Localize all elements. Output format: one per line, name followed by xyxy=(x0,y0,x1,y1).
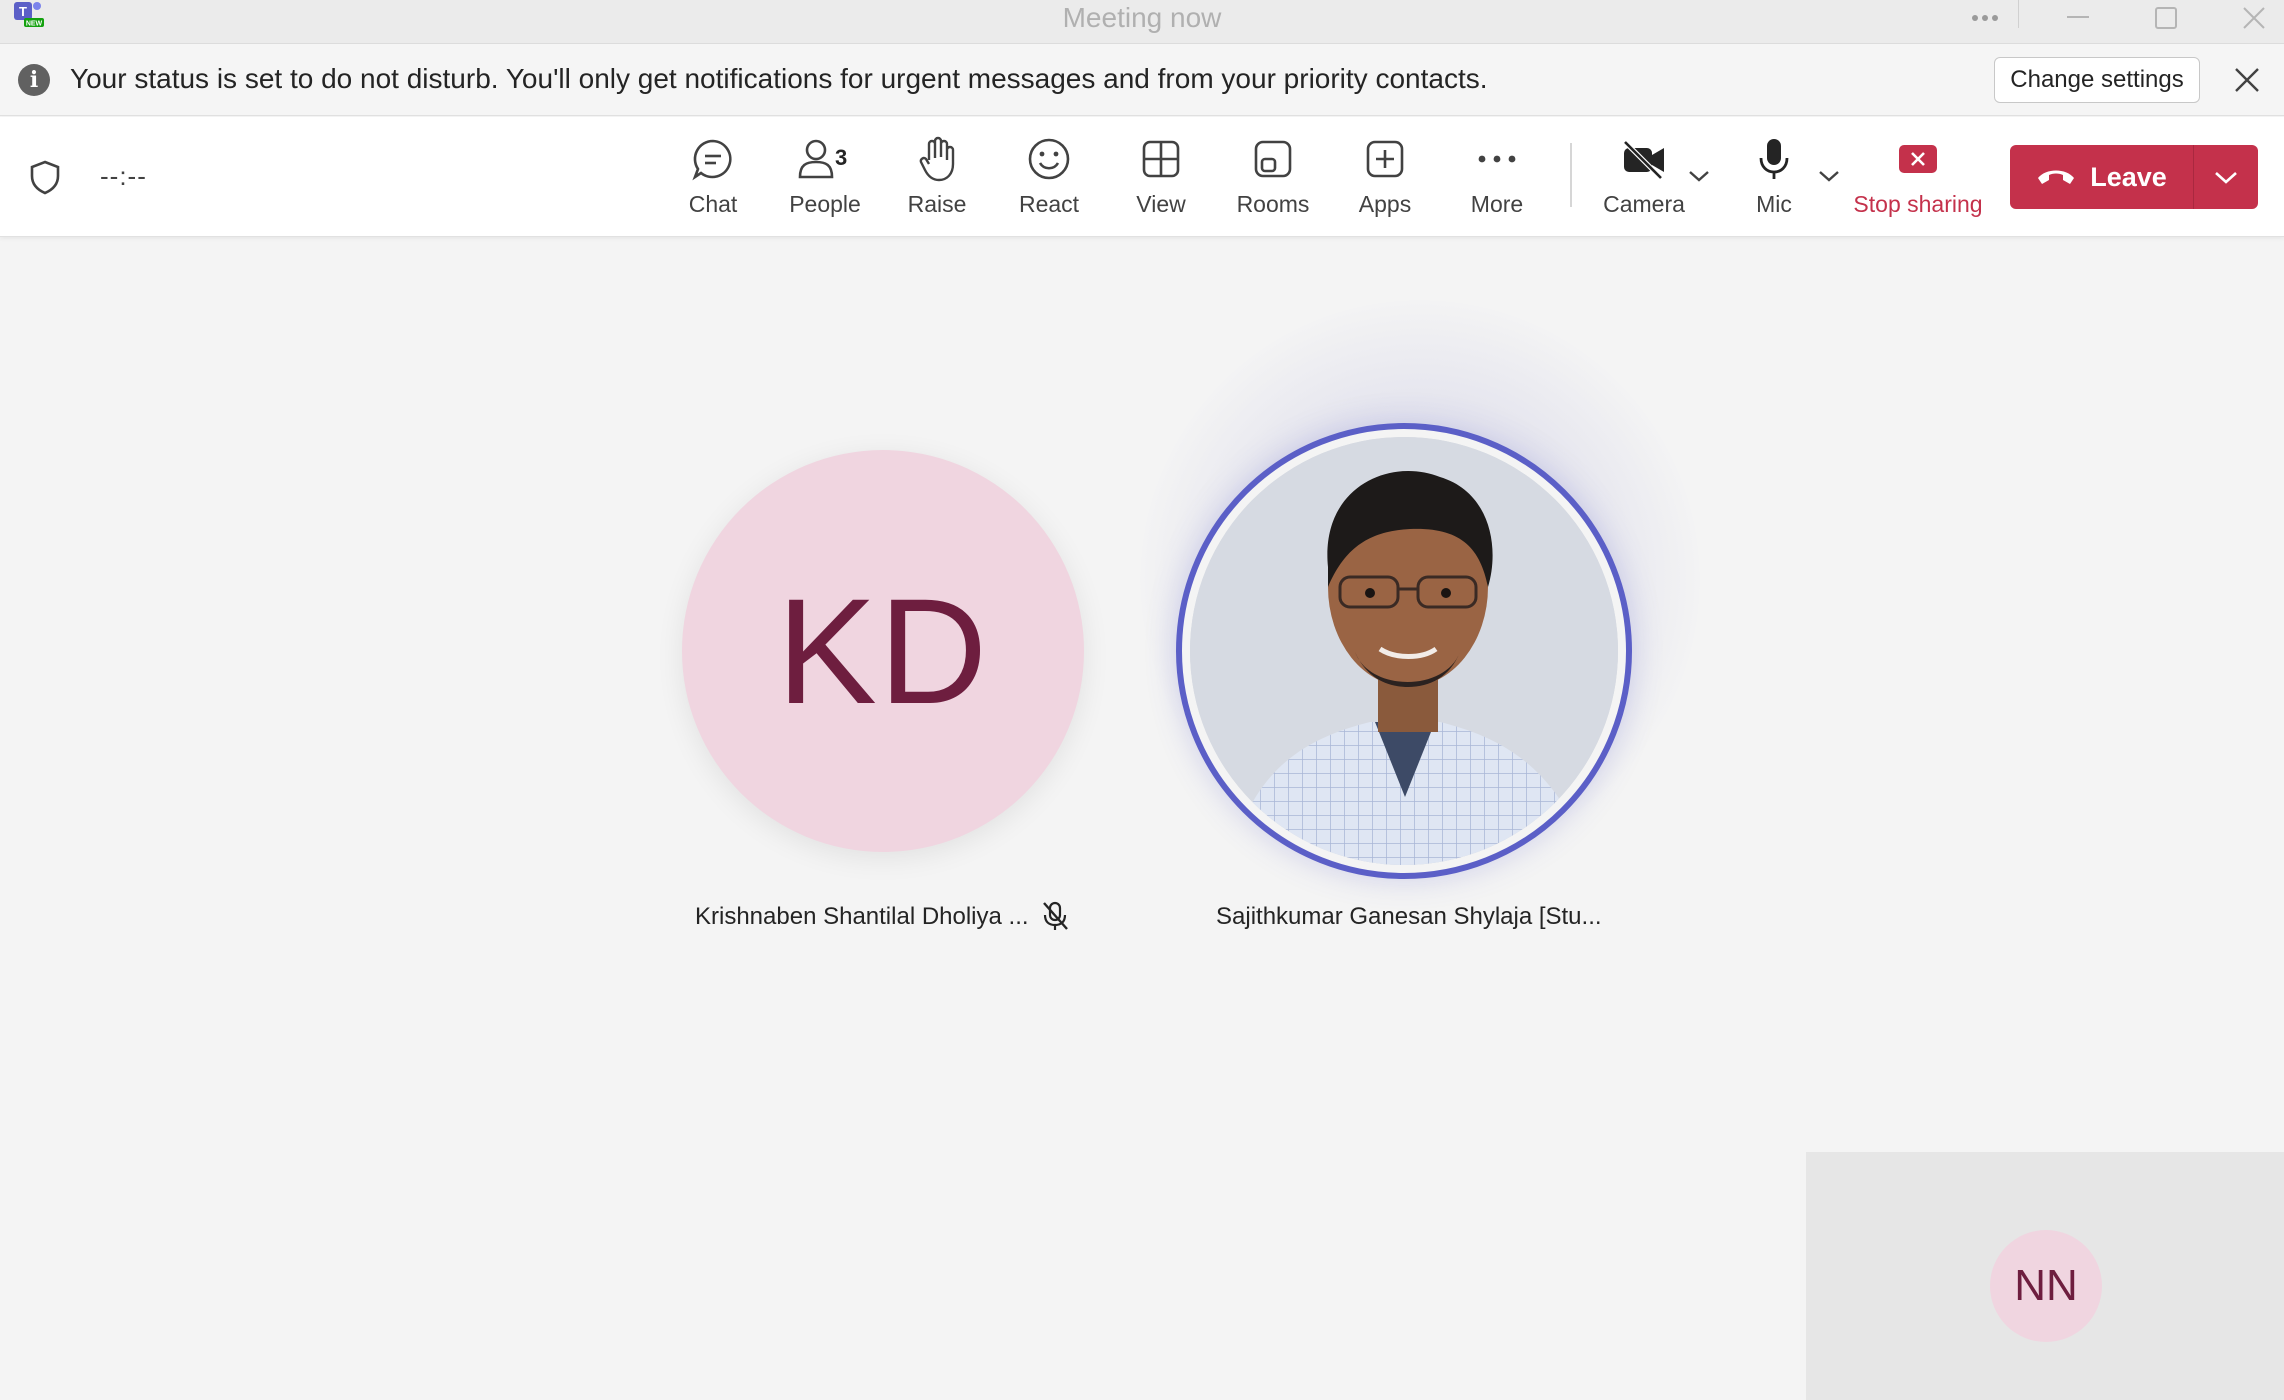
meeting-toolbar: --:-- Chat 3 People Raise React View Roo… xyxy=(0,117,2284,237)
leave-button-group: Leave xyxy=(2010,145,2258,209)
dismiss-banner-icon[interactable] xyxy=(2234,67,2260,93)
people-button[interactable]: 3 People xyxy=(769,131,881,227)
title-bar: T NEW Meeting now xyxy=(0,0,2284,44)
more-label: More xyxy=(1470,191,1524,217)
person-photo-illustration xyxy=(1190,437,1618,865)
self-view-tile[interactable]: NN xyxy=(1806,1152,2284,1400)
titlebar-divider xyxy=(2018,0,2019,28)
stop-sharing-button[interactable]: Stop sharing xyxy=(1852,131,1984,227)
apps-label: Apps xyxy=(1358,191,1412,217)
mic-muted-icon xyxy=(1043,901,1068,930)
camera-label: Camera xyxy=(1603,191,1685,217)
avatar-initials: KD xyxy=(776,566,990,735)
leave-button[interactable]: Leave xyxy=(2010,145,2194,209)
raise-label: Raise xyxy=(907,191,967,217)
minimize-icon xyxy=(2067,16,2089,18)
camera-options-chevron-icon[interactable] xyxy=(1688,169,1710,183)
self-avatar: NN xyxy=(1990,1230,2102,1342)
grid-view-icon xyxy=(1142,140,1180,178)
view-label: View xyxy=(1136,191,1186,217)
participant-avatar-kd[interactable]: KD xyxy=(682,450,1084,852)
react-button[interactable]: React xyxy=(993,131,1105,227)
dnd-banner: i Your status is set to do not disturb. … xyxy=(0,44,2284,116)
hang-up-icon xyxy=(2038,170,2075,184)
raise-hand-button[interactable]: Raise xyxy=(881,131,993,227)
change-settings-button[interactable]: Change settings xyxy=(1994,57,2200,103)
window-title: Meeting now xyxy=(1062,2,1222,33)
maximize-icon xyxy=(2155,7,2177,29)
chat-button[interactable]: Chat xyxy=(657,131,769,227)
participant-name: Krishnaben Shantilal Dholiya ... xyxy=(695,903,1029,930)
rooms-icon xyxy=(1254,140,1292,178)
mic-options-chevron-icon[interactable] xyxy=(1818,169,1840,183)
add-app-icon xyxy=(1366,140,1404,178)
info-icon: i xyxy=(18,64,50,96)
react-label: React xyxy=(1018,191,1080,217)
more-icon xyxy=(1478,155,1516,163)
minimize-button[interactable] xyxy=(2048,0,2108,36)
banner-message: Your status is set to do not disturb. Yo… xyxy=(70,63,1488,94)
shield-icon[interactable] xyxy=(28,159,62,195)
chat-icon xyxy=(692,139,732,181)
apps-button[interactable]: Apps xyxy=(1329,131,1441,227)
people-icon xyxy=(798,139,834,179)
microphone-icon xyxy=(1759,139,1789,179)
view-button[interactable]: View xyxy=(1105,131,1217,227)
smiley-icon xyxy=(1028,138,1070,180)
participant-video-sg[interactable] xyxy=(1176,423,1632,879)
ellipsis-icon xyxy=(1972,15,1998,21)
leave-options-button[interactable] xyxy=(2194,145,2258,209)
close-icon xyxy=(2243,7,2265,29)
hand-icon xyxy=(919,136,955,182)
people-count: 3 xyxy=(835,145,848,170)
mic-button[interactable]: Mic xyxy=(1718,131,1830,227)
mic-label: Mic xyxy=(1756,191,1792,217)
more-options-button[interactable] xyxy=(1955,0,2015,36)
meeting-timer: --:-- xyxy=(100,161,147,191)
chat-label: Chat xyxy=(688,191,738,217)
close-window-button[interactable] xyxy=(2224,0,2284,36)
people-label: People xyxy=(789,191,861,217)
stop-sharing-icon xyxy=(1899,145,1937,173)
participant-photo xyxy=(1190,437,1618,865)
chevron-down-icon xyxy=(2215,172,2237,184)
rooms-button[interactable]: Rooms xyxy=(1217,131,1329,227)
leave-label: Leave xyxy=(2090,161,2167,192)
maximize-button[interactable] xyxy=(2136,0,2196,36)
rooms-label: Rooms xyxy=(1236,191,1310,217)
camera-off-icon xyxy=(1623,140,1664,179)
toolbar-divider xyxy=(1570,143,1572,207)
camera-button[interactable]: Camera xyxy=(1588,131,1700,227)
more-button[interactable]: More xyxy=(1441,131,1553,227)
stop-sharing-label: Stop sharing xyxy=(1853,191,1983,217)
participant-name: Sajithkumar Ganesan Shylaja [Stu... xyxy=(1216,903,1602,930)
